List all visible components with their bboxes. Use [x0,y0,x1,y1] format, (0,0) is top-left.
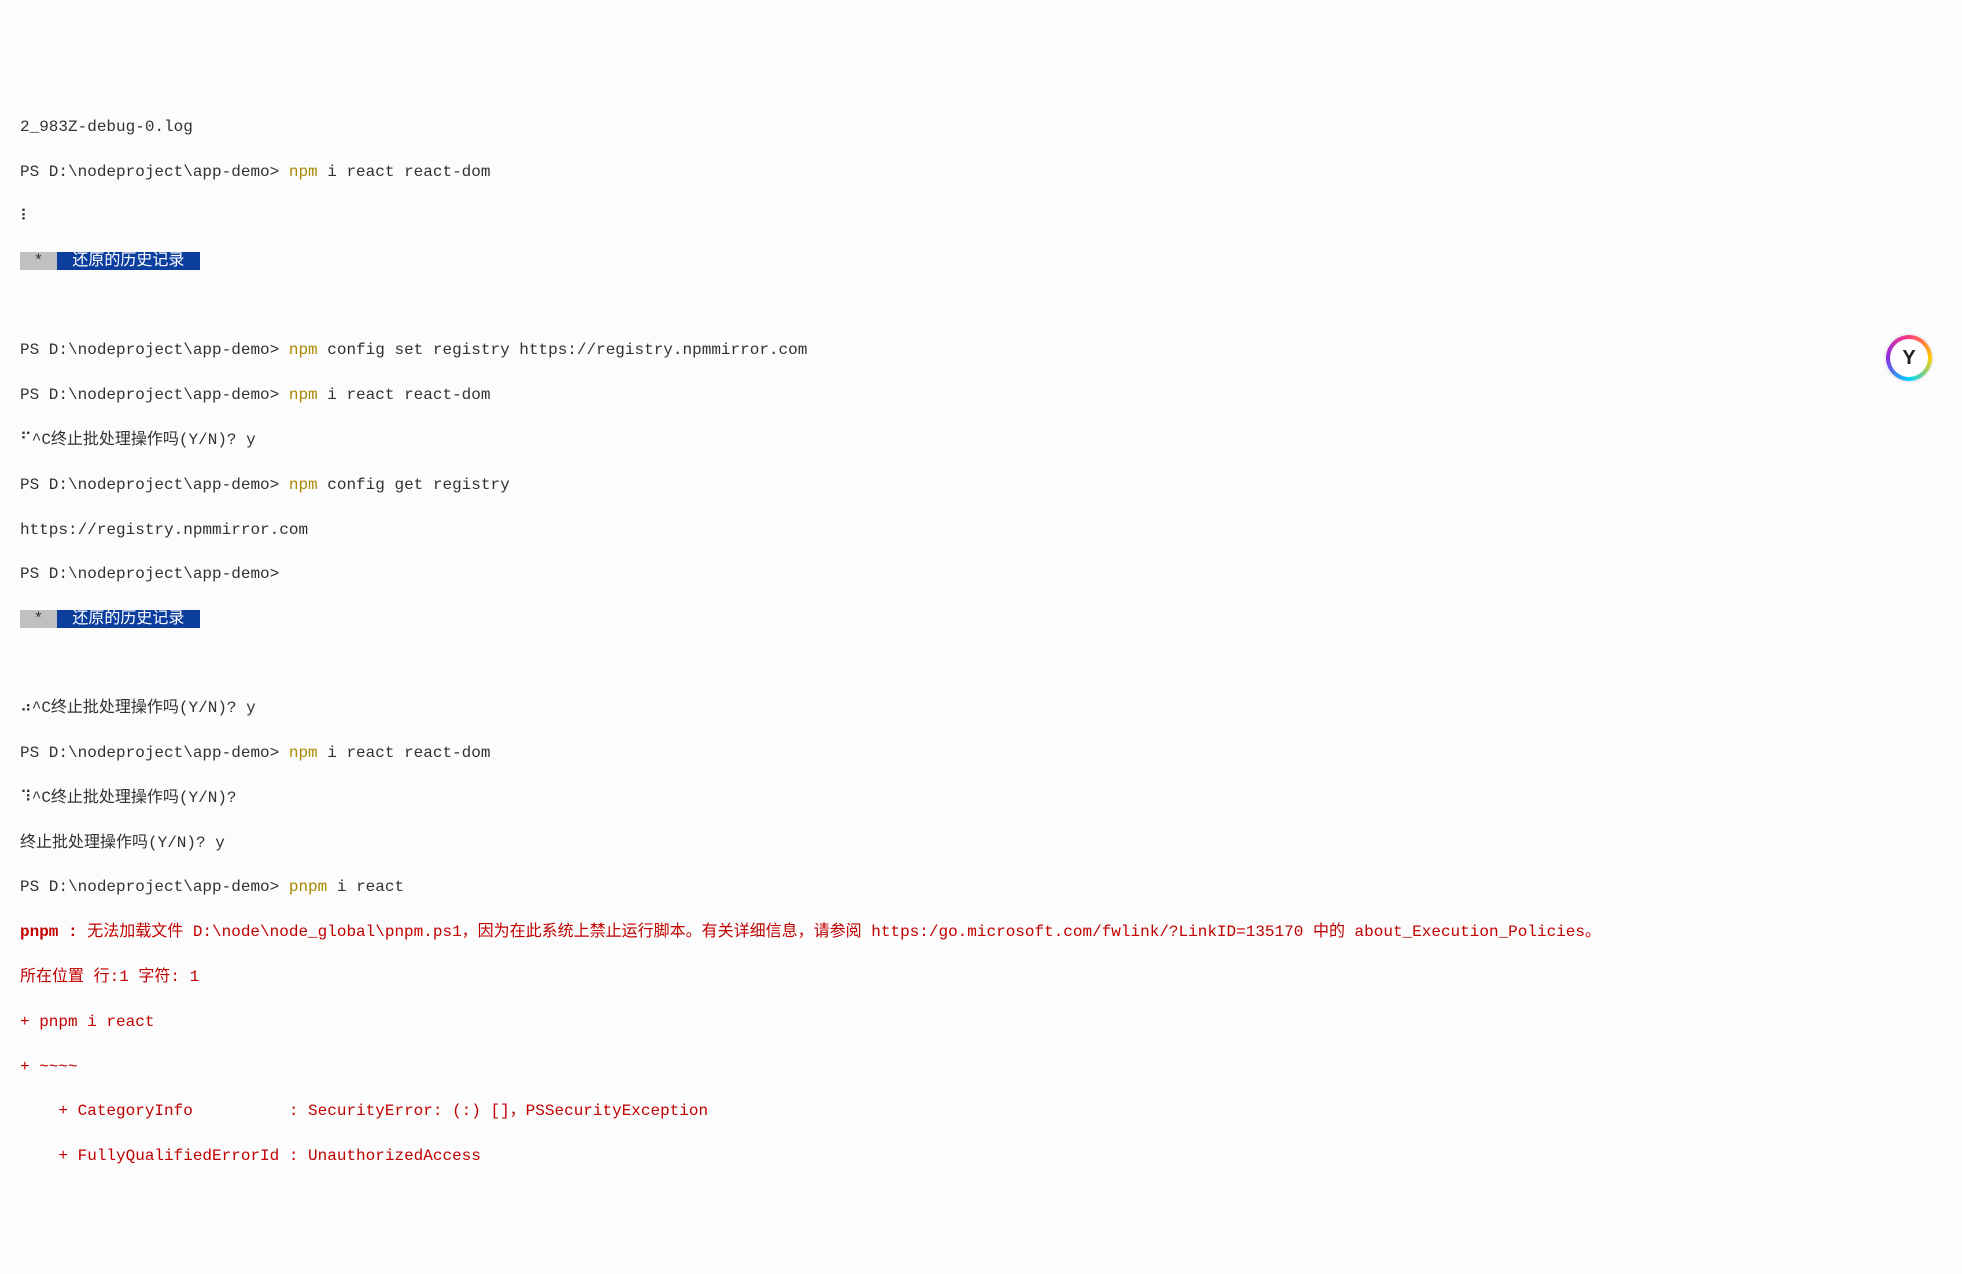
prompt-line-empty: PS D:\nodeproject\app-demo> [20,563,1942,585]
registry-url-output: https://registry.npmmirror.com [20,519,1942,541]
history-restore-marker: * 还原的历史记录 [20,250,1942,272]
prompt-line: PS D:\nodeproject\app-demo> npm config g… [20,474,1942,496]
command-args: i react [337,878,404,896]
spinner-icon: ⠇ [20,206,1942,228]
command-args: config set registry https://registry.npm… [327,341,807,359]
history-star-icon: * [20,252,57,270]
logo-ring-icon: Y [1886,335,1932,381]
prompt-path: PS D:\nodeproject\app-demo> [20,386,289,404]
error-source: pnpm : [20,923,87,941]
command-args: i react react-dom [327,163,490,181]
command-args: i react react-dom [327,386,490,404]
prompt-line: PS D:\nodeproject\app-demo> npm i react … [20,384,1942,406]
command-npm: npm [289,341,327,359]
error-command-echo: + pnpm i react [20,1011,1942,1033]
terminate-batch-prompt: ⠹^C终止批处理操作吗(Y/N)? [20,787,1942,809]
error-pointer: + ~~~~ [20,1056,1942,1078]
prompt-path: PS D:\nodeproject\app-demo> [20,476,289,494]
terminate-batch-prompt: ⠋^C终止批处理操作吗(Y/N)? y [20,429,1942,451]
prompt-path: PS D:\nodeproject\app-demo> [20,744,289,762]
error-description: 无法加载文件 D:\node\node_global\pnpm.ps1，因为在此… [87,923,1601,941]
history-restore-marker: * 还原的历史记录 [20,608,1942,630]
prompt-line: PS D:\nodeproject\app-demo> npm i react … [20,161,1942,183]
prompt-path: PS D:\nodeproject\app-demo> [20,565,279,583]
error-qualified-id: + FullyQualifiedErrorId : UnauthorizedAc… [20,1145,1942,1167]
logo-glyph: Y [1890,339,1928,377]
blank-line [20,653,1942,675]
prompt-path: PS D:\nodeproject\app-demo> [20,878,289,896]
command-args: config get registry [327,476,509,494]
error-category-info: + CategoryInfo : SecurityError: (:) []，P… [20,1100,1942,1122]
command-npm: npm [289,744,327,762]
terminate-batch-prompt: ⠴^C终止批处理操作吗(Y/N)? y [20,697,1942,719]
prompt-line: PS D:\nodeproject\app-demo> pnpm i react [20,876,1942,898]
command-args: i react react-dom [327,744,490,762]
blank-line [20,295,1942,317]
command-npm: npm [289,476,327,494]
history-restore-label: 还原的历史记录 [57,252,200,270]
error-message: pnpm : 无法加载文件 D:\node\node_global\pnpm.p… [20,921,1942,943]
terminal-output[interactable]: 2_983Z-debug-0.log PS D:\nodeproject\app… [0,90,1962,1194]
prompt-line: PS D:\nodeproject\app-demo> npm config s… [20,339,1942,361]
history-star-icon: * [20,610,57,628]
command-npm: npm [289,386,327,404]
prompt-path: PS D:\nodeproject\app-demo> [20,163,289,181]
watermark-logo: Y [1886,335,1932,381]
history-restore-label: 还原的历史记录 [57,610,200,628]
prompt-line: PS D:\nodeproject\app-demo> npm i react … [20,742,1942,764]
command-npm: npm [289,163,327,181]
prompt-path: PS D:\nodeproject\app-demo> [20,341,289,359]
terminate-batch-prompt: 终止批处理操作吗(Y/N)? y [20,832,1942,854]
error-location: 所在位置 行:1 字符: 1 [20,966,1942,988]
log-filename: 2_983Z-debug-0.log [20,116,1942,138]
command-pnpm: pnpm [289,878,337,896]
